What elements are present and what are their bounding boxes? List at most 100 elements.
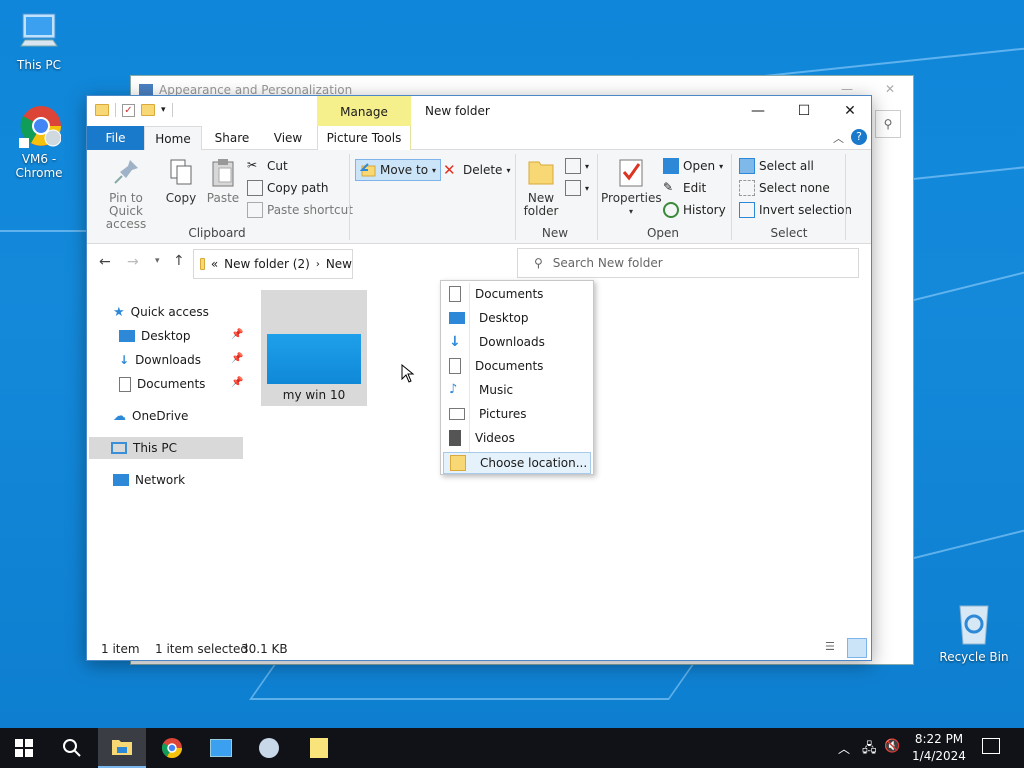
breadcrumb-new-folder[interactable]: New: [326, 257, 352, 271]
open-button[interactable]: Open ▾: [663, 156, 723, 176]
move-to-choose-location[interactable]: Choose location...: [443, 452, 591, 474]
star-icon: ★: [113, 304, 125, 320]
pin-icon: [110, 156, 142, 188]
move-to-documents-2[interactable]: Documents: [443, 355, 591, 377]
remote-desktop-icon: [210, 739, 232, 757]
tab-view[interactable]: View: [263, 126, 313, 150]
taskbar-control-panel[interactable]: [245, 728, 293, 768]
invert-selection-button[interactable]: Invert selection: [739, 200, 852, 220]
nav-documents[interactable]: Documents: [119, 373, 205, 395]
paste-label: Paste: [206, 191, 240, 205]
details-view-icon[interactable]: ☰: [825, 640, 843, 656]
menu-label: Documents: [475, 287, 544, 301]
new-folder-qat-icon[interactable]: [141, 104, 155, 116]
wallpaper-line: [0, 230, 90, 232]
customize-qat-icon[interactable]: ▾: [161, 105, 166, 115]
pin-quick-access-button[interactable]: Pin to Quick access: [93, 156, 159, 231]
tab-picture-tools[interactable]: Picture Tools: [317, 126, 411, 150]
desktop-icon-recycle-bin[interactable]: Recycle Bin: [938, 602, 1010, 664]
tab-file[interactable]: File: [87, 126, 144, 150]
move-to-icon: [359, 162, 376, 178]
recent-locations-icon[interactable]: ▾: [155, 256, 160, 266]
help-icon[interactable]: ?: [851, 129, 867, 145]
desktop-icon-label: Recycle Bin: [939, 650, 1009, 664]
move-to-pictures[interactable]: Pictures: [443, 403, 591, 425]
large-icons-view-icon[interactable]: [847, 638, 867, 658]
nav-onedrive[interactable]: ☁ OneDrive: [113, 405, 188, 427]
show-hidden-icons[interactable]: ︿: [838, 740, 850, 757]
start-button[interactable]: [0, 728, 48, 768]
search-box[interactable]: ⚲ Search New folder: [517, 248, 859, 278]
move-to-desktop[interactable]: Desktop: [443, 307, 591, 329]
address-overflow[interactable]: «: [211, 257, 218, 271]
nav-this-pc[interactable]: This PC: [89, 437, 243, 459]
delete-button[interactable]: ✕ Delete ▾: [443, 160, 510, 180]
forward-arrow-icon[interactable]: →: [127, 254, 139, 270]
copy-button[interactable]: Copy: [163, 156, 199, 205]
move-to-music[interactable]: ♪ Music: [443, 379, 591, 401]
nav-label: Documents: [137, 377, 206, 391]
tab-home[interactable]: Home: [144, 126, 202, 151]
paste-shortcut-button[interactable]: Paste shortcut: [247, 200, 353, 220]
taskbar-chrome[interactable]: [148, 728, 196, 768]
desktop-icon: [119, 330, 135, 342]
select-none-button[interactable]: Select none: [739, 178, 830, 198]
nav-desktop[interactable]: Desktop: [119, 325, 191, 347]
file-item[interactable]: my win 10: [261, 290, 367, 406]
scissors-icon: ✂: [247, 158, 258, 172]
minimize-button[interactable]: —: [735, 96, 781, 126]
taskbar-sticky-notes[interactable]: [295, 728, 343, 768]
taskbar-file-explorer[interactable]: [98, 728, 146, 768]
up-arrow-icon[interactable]: ↑: [173, 253, 185, 269]
quick-access-toolbar: ✓ ▾: [95, 103, 173, 117]
network-status-icon[interactable]: 🖧: [862, 739, 877, 761]
new-item-button[interactable]: ▾: [565, 156, 589, 176]
move-to-videos[interactable]: Videos: [443, 427, 591, 449]
clock[interactable]: 8:22 PM 1/4/2024: [906, 731, 972, 765]
edit-button[interactable]: ✎ Edit: [663, 178, 706, 198]
maximize-button[interactable]: ☐: [781, 96, 827, 126]
status-size: 30.1 KB: [241, 642, 288, 656]
manage-tab[interactable]: Manage: [317, 96, 411, 126]
desktop-icon-chrome[interactable]: VM6 - Chrome: [3, 104, 75, 180]
move-to-downloads[interactable]: ↓ Downloads: [443, 331, 591, 353]
close-icon[interactable]: ✕: [885, 82, 895, 96]
copy-path-button[interactable]: Copy path: [247, 178, 329, 198]
nav-quick-access[interactable]: ★ Quick access: [113, 301, 209, 323]
properties-button[interactable]: Properties ▾: [601, 156, 662, 218]
folder-icon: [95, 104, 109, 116]
open-group-label: Open: [646, 226, 680, 240]
volume-muted-icon[interactable]: 🔇: [884, 739, 900, 754]
taskbar-app-1[interactable]: [197, 728, 245, 768]
address-bar[interactable]: « New folder (2) › New: [193, 249, 353, 279]
move-to-documents[interactable]: Documents: [443, 283, 591, 305]
copy-path-label: Copy path: [267, 181, 329, 195]
easy-access-button[interactable]: ▾: [565, 178, 589, 198]
download-icon: ↓: [119, 353, 130, 367]
cut-button[interactable]: ✂ Cut: [247, 156, 288, 176]
close-button[interactable]: ✕: [827, 96, 873, 126]
nav-label: Network: [135, 473, 186, 487]
select-none-label: Select none: [759, 181, 830, 195]
history-button[interactable]: History: [663, 200, 726, 220]
properties-qat-icon[interactable]: ✓: [122, 103, 135, 117]
desktop-icon-this-pc[interactable]: This PC: [3, 10, 75, 72]
tab-share[interactable]: Share: [207, 126, 257, 150]
new-folder-button[interactable]: New folder: [521, 156, 561, 218]
navigation-bar: ← → ▾ ↑ « New folder (2) › New ⚲ Search …: [87, 244, 871, 284]
paste-button[interactable]: Paste: [205, 156, 241, 205]
nav-network[interactable]: Network: [113, 469, 185, 491]
search-button[interactable]: [48, 728, 96, 768]
invert-selection-label: Invert selection: [759, 203, 853, 217]
nav-downloads[interactable]: ↓ Downloads: [119, 349, 201, 371]
select-all-button[interactable]: Select all: [739, 156, 814, 176]
search-icon[interactable]: ⚲: [875, 110, 901, 138]
file-explorer-window[interactable]: ✓ ▾ Manage New folder — ☐ ✕ File Home Sh…: [86, 95, 872, 661]
notifications-icon[interactable]: [982, 738, 1000, 754]
collapse-ribbon-icon[interactable]: ︿: [833, 130, 844, 146]
move-to-button[interactable]: Move to ▾: [355, 159, 442, 181]
computer-icon: [111, 442, 127, 454]
back-arrow-icon[interactable]: ←: [99, 254, 111, 270]
pinned-icon: 📌: [231, 377, 244, 388]
breadcrumb-new-folder-2[interactable]: New folder (2): [224, 257, 310, 271]
